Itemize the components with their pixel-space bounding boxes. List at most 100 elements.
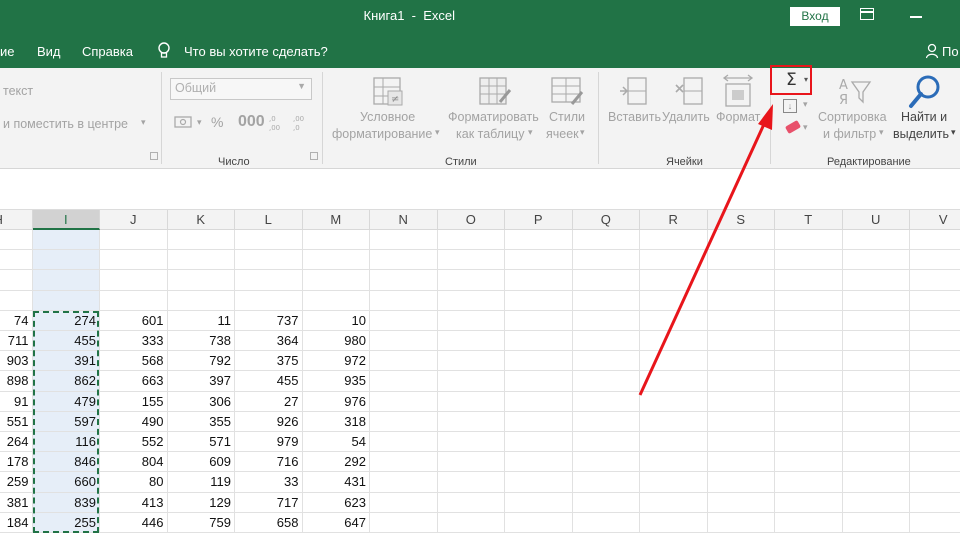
share-label[interactable]: По bbox=[942, 44, 959, 59]
cell[interactable] bbox=[775, 472, 843, 493]
cell[interactable]: 716 bbox=[235, 452, 303, 473]
cell[interactable] bbox=[370, 371, 438, 392]
cell[interactable] bbox=[32, 230, 100, 251]
cell[interactable] bbox=[505, 351, 573, 372]
cell[interactable] bbox=[842, 371, 910, 392]
cell[interactable] bbox=[775, 331, 843, 352]
fill-down-icon[interactable]: ↓ bbox=[783, 99, 797, 113]
eraser-clear-icon[interactable] bbox=[784, 120, 802, 134]
tab-view[interactable]: Вид bbox=[37, 44, 61, 59]
cell[interactable] bbox=[505, 411, 573, 432]
cell[interactable] bbox=[910, 432, 960, 453]
column-header-n[interactable]: N bbox=[370, 210, 438, 230]
cell[interactable] bbox=[437, 310, 505, 331]
cell[interactable] bbox=[437, 250, 505, 271]
cell[interactable] bbox=[775, 452, 843, 473]
cell[interactable]: 597 bbox=[32, 411, 100, 432]
minimize-icon[interactable] bbox=[910, 16, 922, 18]
cell[interactable] bbox=[842, 310, 910, 331]
cell[interactable] bbox=[437, 432, 505, 453]
cell[interactable]: 839 bbox=[32, 492, 100, 513]
cell[interactable] bbox=[572, 331, 640, 352]
cell[interactable] bbox=[370, 331, 438, 352]
cell[interactable]: 391 bbox=[32, 351, 100, 372]
cell[interactable] bbox=[775, 270, 843, 291]
cell[interactable]: 10 bbox=[302, 310, 370, 331]
cell[interactable]: 129 bbox=[167, 492, 235, 513]
cell[interactable] bbox=[505, 391, 573, 412]
cell[interactable]: 355 bbox=[167, 411, 235, 432]
cell[interactable] bbox=[302, 230, 370, 251]
column-header-q[interactable]: Q bbox=[572, 210, 640, 230]
cell[interactable] bbox=[572, 371, 640, 392]
cell[interactable] bbox=[640, 411, 708, 432]
cell[interactable]: 375 bbox=[235, 351, 303, 372]
cell[interactable]: 976 bbox=[302, 391, 370, 412]
cell[interactable]: 898 bbox=[0, 371, 33, 392]
cell[interactable] bbox=[370, 351, 438, 372]
cell[interactable]: 119 bbox=[167, 472, 235, 493]
cell[interactable] bbox=[775, 432, 843, 453]
wrap-text-button[interactable]: текст bbox=[3, 84, 33, 98]
cell[interactable] bbox=[370, 290, 438, 311]
cell[interactable] bbox=[167, 230, 235, 251]
cell[interactable]: 980 bbox=[302, 331, 370, 352]
cell[interactable]: 623 bbox=[302, 492, 370, 513]
cell[interactable] bbox=[302, 250, 370, 271]
cell[interactable]: 552 bbox=[100, 432, 168, 453]
cell[interactable]: 571 bbox=[167, 432, 235, 453]
cell[interactable]: 397 bbox=[167, 371, 235, 392]
cell[interactable] bbox=[572, 472, 640, 493]
currency-format-icon[interactable] bbox=[174, 114, 194, 130]
cell[interactable] bbox=[775, 492, 843, 513]
cell[interactable] bbox=[302, 270, 370, 291]
cell[interactable] bbox=[640, 310, 708, 331]
cell[interactable] bbox=[572, 250, 640, 271]
cell[interactable] bbox=[32, 270, 100, 291]
cell[interactable]: 926 bbox=[235, 411, 303, 432]
cell[interactable]: 609 bbox=[167, 452, 235, 473]
number-dialog-launcher-icon[interactable] bbox=[310, 152, 318, 160]
cell[interactable]: 333 bbox=[100, 331, 168, 352]
cell[interactable] bbox=[370, 270, 438, 291]
cell[interactable] bbox=[842, 391, 910, 412]
cell[interactable] bbox=[842, 331, 910, 352]
column-header-l[interactable]: L bbox=[235, 210, 303, 230]
increase-decimal-icon[interactable]: ,0 ,00 bbox=[268, 112, 286, 132]
cell[interactable] bbox=[0, 270, 33, 291]
cell[interactable] bbox=[370, 310, 438, 331]
cell[interactable]: 490 bbox=[100, 411, 168, 432]
column-header-h[interactable]: H bbox=[0, 210, 33, 230]
cell[interactable] bbox=[640, 371, 708, 392]
cell[interactable] bbox=[437, 472, 505, 493]
merge-center-button[interactable]: и поместить в центре bbox=[3, 117, 128, 131]
cell[interactable] bbox=[437, 331, 505, 352]
cell[interactable] bbox=[842, 250, 910, 271]
cell[interactable] bbox=[842, 452, 910, 473]
cell[interactable] bbox=[572, 290, 640, 311]
cell[interactable]: 846 bbox=[32, 452, 100, 473]
cell[interactable] bbox=[505, 290, 573, 311]
alignment-dialog-launcher-icon[interactable] bbox=[150, 152, 158, 160]
cell[interactable] bbox=[505, 310, 573, 331]
cell[interactable] bbox=[370, 452, 438, 473]
column-header-j[interactable]: J bbox=[100, 210, 168, 230]
cell[interactable] bbox=[572, 270, 640, 291]
column-header-s[interactable]: S bbox=[707, 210, 775, 230]
cell[interactable] bbox=[437, 411, 505, 432]
cell[interactable] bbox=[910, 472, 960, 493]
cell[interactable] bbox=[910, 412, 960, 432]
cell[interactable]: 27 bbox=[235, 391, 303, 412]
cell[interactable]: 660 bbox=[32, 472, 100, 493]
cell[interactable] bbox=[235, 270, 303, 291]
cell[interactable] bbox=[775, 371, 843, 392]
cell[interactable] bbox=[775, 391, 843, 412]
cell[interactable] bbox=[707, 391, 775, 412]
cell[interactable]: 601 bbox=[100, 310, 168, 331]
cell[interactable] bbox=[775, 290, 843, 311]
cell[interactable]: 862 bbox=[32, 371, 100, 392]
cell[interactable]: 178 bbox=[0, 452, 33, 473]
cell[interactable] bbox=[370, 472, 438, 493]
cell[interactable] bbox=[775, 250, 843, 271]
cell[interactable]: 74 bbox=[0, 310, 33, 331]
